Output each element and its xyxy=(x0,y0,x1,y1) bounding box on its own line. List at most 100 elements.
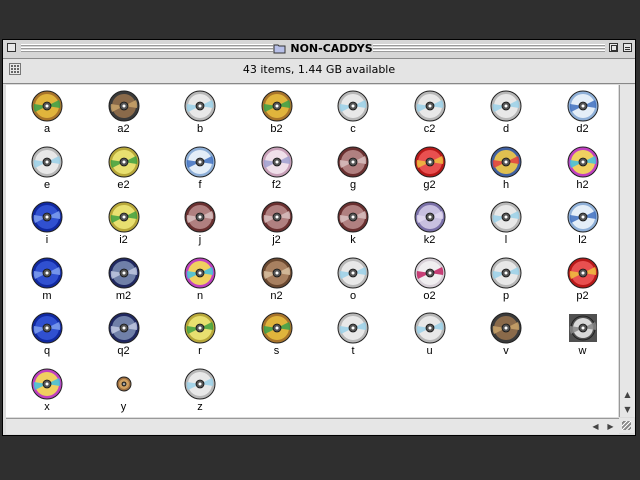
disc-file-s[interactable]: s xyxy=(253,309,301,359)
disc-file-c[interactable]: c xyxy=(329,87,377,137)
scroll-left-arrow-icon[interactable]: ◀ xyxy=(589,420,602,433)
disc-file-b[interactable]: b xyxy=(176,87,224,137)
disc-file-q2[interactable]: q2 xyxy=(100,309,148,359)
disc-icon xyxy=(108,201,139,233)
disc-file-b2[interactable]: b2 xyxy=(253,87,301,137)
disc-icon xyxy=(184,312,216,344)
disc-icon xyxy=(337,146,369,177)
disc-file-label: h2 xyxy=(576,178,589,191)
disc-file-label: a2 xyxy=(117,123,130,135)
disc-file-g2[interactable]: g2 xyxy=(406,143,454,193)
disc-file-u[interactable]: u xyxy=(406,309,454,359)
disc-file-j[interactable]: j xyxy=(176,198,224,248)
disc-icon xyxy=(108,257,139,288)
disc-file-g[interactable]: g xyxy=(329,143,377,193)
disc-file-h2[interactable]: h2 xyxy=(559,143,607,193)
disc-icon xyxy=(567,146,598,177)
disc-file-x[interactable]: x xyxy=(23,365,71,415)
disc-file-t[interactable]: t xyxy=(329,309,377,359)
disc-file-label: p2 xyxy=(576,289,589,302)
disc-file-f2[interactable]: f2 xyxy=(253,143,301,193)
disc-file-q[interactable]: q xyxy=(23,309,71,359)
scroll-right-arrow-icon[interactable]: ▶ xyxy=(604,420,617,433)
disc-file-o2[interactable]: o2 xyxy=(406,254,454,304)
disc-file-a2[interactable]: a2 xyxy=(100,87,148,137)
scroll-down-arrow-icon[interactable]: ▼ xyxy=(621,403,634,416)
disc-icon xyxy=(108,146,139,177)
disc-file-p2[interactable]: p2 xyxy=(559,254,607,304)
disc-file-label: l xyxy=(504,234,508,246)
icon-view[interactable]: a a2 b b2 c c2 d d2 e e2 f f2 g g2 h h2 i i2 j j2 k k2 l l2 m m2 n… xyxy=(6,85,618,417)
disc-file-y[interactable]: y xyxy=(100,365,148,415)
disc-file-label: q xyxy=(43,345,51,357)
disc-file-label: g xyxy=(349,178,357,191)
disc-icon xyxy=(261,146,292,177)
disc-file-n2[interactable]: n2 xyxy=(253,254,301,304)
disc-icon xyxy=(116,376,131,391)
disc-file-h[interactable]: h xyxy=(482,143,530,193)
disc-file-label: n2 xyxy=(270,289,283,302)
scroll-up-arrow-icon[interactable]: ▲ xyxy=(621,388,634,401)
disc-file-label: d xyxy=(502,123,510,135)
disc-icon xyxy=(490,312,522,344)
disc-icon xyxy=(184,146,216,177)
disc-file-l2[interactable]: l2 xyxy=(559,198,607,248)
disc-file-label: b2 xyxy=(270,123,283,135)
window-title-text: NON-CADDYS xyxy=(290,42,373,55)
disc-file-l[interactable]: l xyxy=(482,198,530,248)
disc-icon xyxy=(337,90,369,122)
zoom-box[interactable] xyxy=(609,43,618,52)
resize-grow-box[interactable] xyxy=(619,418,634,433)
disc-file-r[interactable]: r xyxy=(176,309,224,359)
disc-file-label: d2 xyxy=(576,123,589,135)
disc-file-z[interactable]: z xyxy=(176,365,224,415)
disc-file-i2[interactable]: i2 xyxy=(100,198,148,248)
disc-file-v[interactable]: v xyxy=(482,309,530,359)
disc-icon xyxy=(490,257,522,288)
disc-icon xyxy=(31,146,63,177)
disc-file-m2[interactable]: m2 xyxy=(100,254,148,304)
disc-file-n[interactable]: n xyxy=(176,254,224,304)
disc-file-label: o xyxy=(349,289,357,302)
disc-file-p[interactable]: p xyxy=(482,254,530,304)
disc-file-label: s xyxy=(273,345,280,357)
disc-file-label: x xyxy=(44,400,50,413)
disc-file-o[interactable]: o xyxy=(329,254,377,304)
disc-file-label: v xyxy=(503,345,509,357)
disc-file-i[interactable]: i xyxy=(23,198,71,248)
disc-file-label: l2 xyxy=(578,234,587,246)
disc-icon xyxy=(414,201,445,233)
disc-file-f[interactable]: f xyxy=(176,143,224,193)
vertical-scrollbar[interactable]: ▲ ▼ xyxy=(619,85,635,417)
disc-file-w[interactable]: w xyxy=(559,309,607,359)
disc-file-label: m2 xyxy=(115,289,132,302)
disc-file-label: q2 xyxy=(117,345,130,357)
disc-file-label: p xyxy=(502,289,510,302)
disc-file-c2[interactable]: c2 xyxy=(406,87,454,137)
disc-file-d2[interactable]: d2 xyxy=(559,87,607,137)
disc-icon xyxy=(31,90,63,122)
disc-file-a[interactable]: a xyxy=(23,87,71,137)
close-box[interactable] xyxy=(7,43,16,52)
collapse-box[interactable] xyxy=(623,43,632,52)
disc-file-label: a xyxy=(43,123,51,135)
disc-icon xyxy=(31,201,63,233)
disc-icon xyxy=(184,201,216,233)
horizontal-scrollbar[interactable]: ◀ ▶ xyxy=(6,418,619,434)
disc-file-e2[interactable]: e2 xyxy=(100,143,148,193)
disc-file-k[interactable]: k xyxy=(329,198,377,248)
disc-file-label: i2 xyxy=(119,234,128,246)
disc-file-d[interactable]: d xyxy=(482,87,530,137)
disc-file-k2[interactable]: k2 xyxy=(406,198,454,248)
disc-icon xyxy=(567,90,598,122)
disc-icon xyxy=(261,312,292,344)
disc-file-label: b xyxy=(196,123,204,135)
disc-file-m[interactable]: m xyxy=(23,254,71,304)
disc-icon xyxy=(337,257,369,288)
disc-file-label: k2 xyxy=(423,234,436,246)
disc-file-j2[interactable]: j2 xyxy=(253,198,301,248)
disc-file-e[interactable]: e xyxy=(23,143,71,193)
disc-file-label: o2 xyxy=(423,289,436,302)
disc-icon xyxy=(490,146,522,177)
title-bar[interactable]: NON-CADDYS xyxy=(3,40,635,59)
